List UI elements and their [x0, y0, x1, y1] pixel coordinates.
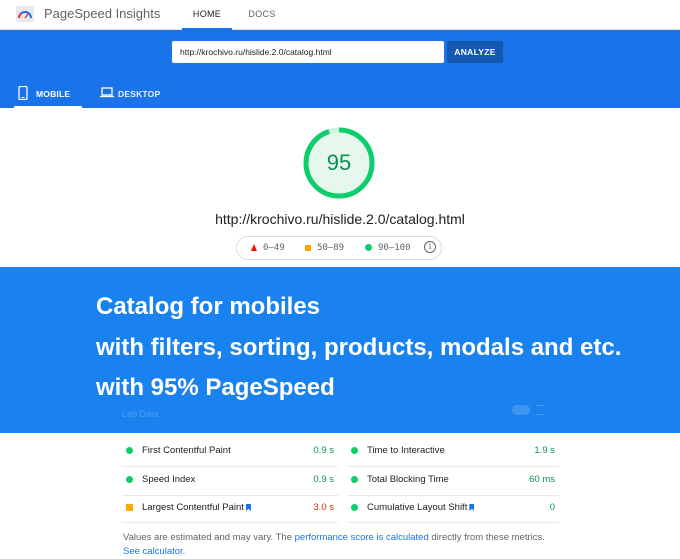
metric-value: 60 ms	[529, 474, 555, 485]
tab-docs[interactable]: DOCS	[240, 0, 284, 30]
metric-value: 0.9 s	[313, 474, 334, 485]
circle-icon	[365, 244, 372, 251]
pass-circle-icon	[351, 476, 358, 483]
metric-name: Total Blocking Time	[367, 474, 449, 485]
url-header: ANALYZE MOBILE DESKTOP	[0, 30, 680, 108]
footnote-text-1: Values are estimated and may vary. The	[123, 532, 295, 543]
metric-first-contentful-paint: First Contentful Paint 0.9 s	[126, 440, 334, 464]
info-icon[interactable]: i	[424, 241, 436, 253]
toggle-icon	[512, 405, 530, 415]
average-square-icon	[126, 504, 133, 511]
brand-name[interactable]: PageSpeed Insights	[44, 6, 160, 21]
triangle-icon	[251, 244, 257, 251]
see-calculator-link[interactable]: See calculator.	[123, 546, 185, 557]
tab-mobile[interactable]: MOBILE	[14, 82, 82, 108]
laptop-icon	[100, 86, 114, 100]
metric-name: Largest Contentful Paint	[142, 502, 251, 513]
pass-circle-icon	[351, 447, 358, 454]
performance-score-gauge: 95	[302, 126, 376, 200]
score-calculation-link[interactable]: performance score is calculated	[295, 532, 429, 543]
legend-average-label: 50–89	[317, 243, 345, 253]
tab-mobile-label: MOBILE	[36, 89, 71, 99]
legend-fail: 0–49	[251, 243, 285, 253]
metric-total-blocking-time: Total Blocking Time 60 ms	[351, 469, 555, 493]
top-nav: PageSpeed Insights HOME DOCS	[0, 0, 680, 30]
url-input[interactable]	[172, 41, 444, 63]
pass-circle-icon	[126, 476, 133, 483]
lab-data-label: Lab Data	[122, 409, 159, 419]
bookmark-icon	[469, 504, 475, 511]
legend-pass: 90–100	[365, 243, 411, 253]
footnote-text-2: directly from these metrics.	[428, 532, 545, 543]
metric-name: Cumulative Layout Shift	[367, 502, 475, 513]
promo-banner: Lab Data Catalog for mobiles with filter…	[0, 267, 680, 433]
metric-name: Speed Index	[142, 474, 196, 485]
divider	[347, 522, 559, 523]
metric-speed-index: Speed Index 0.9 s	[126, 469, 334, 493]
legend-fail-label: 0–49	[263, 243, 285, 253]
divider	[347, 466, 559, 467]
metric-value: 3.0 s	[313, 502, 334, 513]
phone-icon	[18, 85, 28, 102]
metrics-footnote: Values are estimated and may vary. The p…	[123, 531, 563, 559]
metric-value: 0.9 s	[313, 445, 334, 456]
metric-name: Time to Interactive	[367, 445, 445, 456]
metric-name-text: Cumulative Layout Shift	[367, 502, 468, 513]
tested-url: http://krochivo.ru/hislide.2.0/catalog.h…	[215, 211, 465, 227]
legend-average: 50–89	[305, 243, 344, 253]
square-icon	[305, 244, 311, 251]
tab-desktop[interactable]: DESKTOP	[96, 82, 166, 108]
divider	[122, 522, 338, 523]
performance-score-value: 95	[326, 150, 352, 175]
banner-line-1: Catalog for mobiles	[96, 293, 321, 320]
tab-desktop-label: DESKTOP	[118, 89, 161, 99]
divider	[122, 466, 338, 467]
bookmark-icon	[245, 504, 251, 511]
metric-value: 0	[549, 502, 555, 513]
metric-value: 1.9 s	[534, 445, 555, 456]
pagespeed-logo-icon[interactable]	[16, 6, 34, 22]
divider	[122, 495, 338, 496]
legend-pass-label: 90–100	[378, 243, 411, 253]
pass-circle-icon	[351, 504, 358, 511]
metric-name: First Contentful Paint	[142, 445, 231, 456]
banner-line-2: with filters, sorting, products, modals …	[96, 334, 622, 361]
metric-time-to-interactive: Time to Interactive 1.9 s	[351, 440, 555, 464]
banner-line-3: with 95% PageSpeed	[96, 374, 335, 401]
tab-home[interactable]: HOME	[182, 0, 232, 30]
score-legend: 0–49 50–89 90–100 i	[236, 236, 442, 260]
divider	[347, 495, 559, 496]
analyze-button[interactable]: ANALYZE	[447, 41, 503, 63]
metric-name-text: Largest Contentful Paint	[142, 502, 244, 513]
pass-circle-icon	[126, 447, 133, 454]
menu-icon	[536, 405, 544, 415]
metric-cumulative-layout-shift: Cumulative Layout Shift 0	[351, 497, 555, 521]
metric-largest-contentful-paint: Largest Contentful Paint 3.0 s	[126, 497, 334, 521]
